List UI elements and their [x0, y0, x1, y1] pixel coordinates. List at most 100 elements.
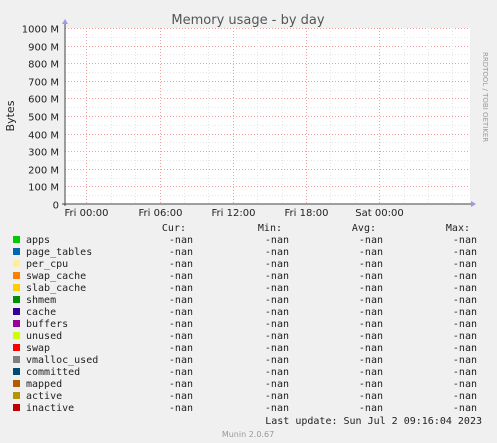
legend-value: -nan	[169, 283, 193, 294]
legend-series-name: page_tables	[26, 247, 92, 258]
x-tick-label: Fri 00:00	[65, 208, 109, 219]
legend-value: -nan	[169, 391, 193, 402]
y-tick-labels: 0 100 M 200 M 300 M 400 M 500 M 600 M 700 M 800 …	[22, 25, 59, 212]
legend-value: -nan	[359, 391, 383, 402]
legend-value: -nan	[265, 247, 289, 258]
legend-value: -nan	[453, 403, 477, 414]
legend-value: -nan	[169, 331, 193, 342]
legend-value: -nan	[265, 355, 289, 366]
legend-series-name: apps	[26, 235, 50, 246]
legend-value: -nan	[169, 235, 193, 246]
legend-value: -nan	[359, 247, 383, 258]
legend-value: -nan	[359, 295, 383, 306]
legend-value: -nan	[359, 259, 383, 270]
legend-swatch	[13, 248, 20, 255]
legend-value: -nan	[453, 247, 477, 258]
last-update: Last update: Sun Jul 2 09:16:04 2023	[265, 416, 482, 427]
legend-series-name: inactive	[26, 403, 74, 414]
legend-value: -nan	[359, 403, 383, 414]
y-tick-label: 200 M	[28, 166, 59, 177]
legend-value: -nan	[453, 295, 477, 306]
memory-usage-chart: Memory usage - by day RRDTOOL / TOBI OET…	[0, 0, 497, 443]
legend-value: -nan	[359, 283, 383, 294]
legend-value: -nan	[265, 307, 289, 318]
legend-column-header: Max:	[446, 223, 470, 234]
x-tick-label: Fri 18:00	[285, 208, 329, 219]
legend-column-header: Cur:	[162, 223, 186, 234]
legend-series-name: mapped	[26, 379, 62, 390]
legend-series-name: active	[26, 391, 62, 402]
legend-swatch	[13, 236, 20, 243]
legend-value: -nan	[265, 235, 289, 246]
legend-value: -nan	[169, 379, 193, 390]
y-axis-label: Bytes	[4, 100, 17, 131]
legend-value: -nan	[169, 307, 193, 318]
legend-value: -nan	[265, 283, 289, 294]
y-tick-label: 400 M	[28, 131, 59, 142]
legend-column-header: Min:	[258, 223, 282, 234]
legend-value: -nan	[265, 379, 289, 390]
legend-series-name: swap	[26, 343, 50, 354]
legend-series-name: shmem	[26, 295, 56, 306]
legend-value: -nan	[265, 319, 289, 330]
legend-value: -nan	[359, 271, 383, 282]
y-tick-label: 900 M	[28, 43, 59, 54]
legend-series-name: swap_cache	[26, 271, 86, 282]
legend-swatch	[13, 296, 20, 303]
legend-value: -nan	[359, 379, 383, 390]
legend-value: -nan	[453, 235, 477, 246]
y-tick-label: 300 M	[28, 148, 59, 159]
legend-value: -nan	[453, 355, 477, 366]
legend-value: -nan	[453, 391, 477, 402]
chart-title: Memory usage - by day	[171, 13, 324, 28]
legend-value: -nan	[359, 319, 383, 330]
y-tick-label: 500 M	[28, 113, 59, 124]
legend-column-header: Avg:	[352, 223, 376, 234]
legend-value: -nan	[359, 343, 383, 354]
legend-value: -nan	[453, 271, 477, 282]
legend-value: -nan	[359, 355, 383, 366]
legend-value: -nan	[265, 367, 289, 378]
legend-value: -nan	[265, 331, 289, 342]
legend-swatch	[13, 344, 20, 351]
legend-swatch	[13, 260, 20, 267]
x-tick-label: Fri 06:00	[139, 208, 183, 219]
legend-swatch	[13, 368, 20, 375]
legend-swatch	[13, 272, 20, 279]
legend-value: -nan	[453, 367, 477, 378]
side-label: RRDTOOL / TOBI OETIKER	[481, 52, 489, 142]
legend-series-name: unused	[26, 331, 62, 342]
legend-value: -nan	[169, 355, 193, 366]
legend-value: -nan	[169, 295, 193, 306]
legend-value: -nan	[359, 367, 383, 378]
legend-value: -nan	[453, 331, 477, 342]
legend-value: -nan	[265, 403, 289, 414]
legend-value: -nan	[453, 307, 477, 318]
x-tick-label: Fri 12:00	[212, 208, 256, 219]
legend-value: -nan	[265, 271, 289, 282]
legend-swatch	[13, 380, 20, 387]
legend-series-name: committed	[26, 367, 80, 378]
legend-value: -nan	[169, 319, 193, 330]
legend-value: -nan	[169, 271, 193, 282]
y-tick-label: 1000 M	[22, 25, 59, 36]
legend-value: -nan	[169, 259, 193, 270]
legend-swatch	[13, 332, 20, 339]
legend-swatch	[13, 308, 20, 315]
x-tick-label: Sat 00:00	[355, 208, 403, 219]
legend-value: -nan	[359, 307, 383, 318]
legend-value: -nan	[169, 403, 193, 414]
legend-value: -nan	[169, 343, 193, 354]
y-tick-label: 100 M	[28, 183, 59, 194]
legend-value: -nan	[169, 247, 193, 258]
legend-swatch	[13, 320, 20, 327]
legend-value: -nan	[453, 283, 477, 294]
legend-value: -nan	[265, 343, 289, 354]
legend-swatch	[13, 356, 20, 363]
legend-value: -nan	[265, 259, 289, 270]
legend-value: -nan	[359, 235, 383, 246]
legend-value: -nan	[453, 259, 477, 270]
legend-series-name: slab_cache	[26, 283, 86, 294]
y-tick-label: 700 M	[28, 78, 59, 89]
legend-value: -nan	[359, 331, 383, 342]
